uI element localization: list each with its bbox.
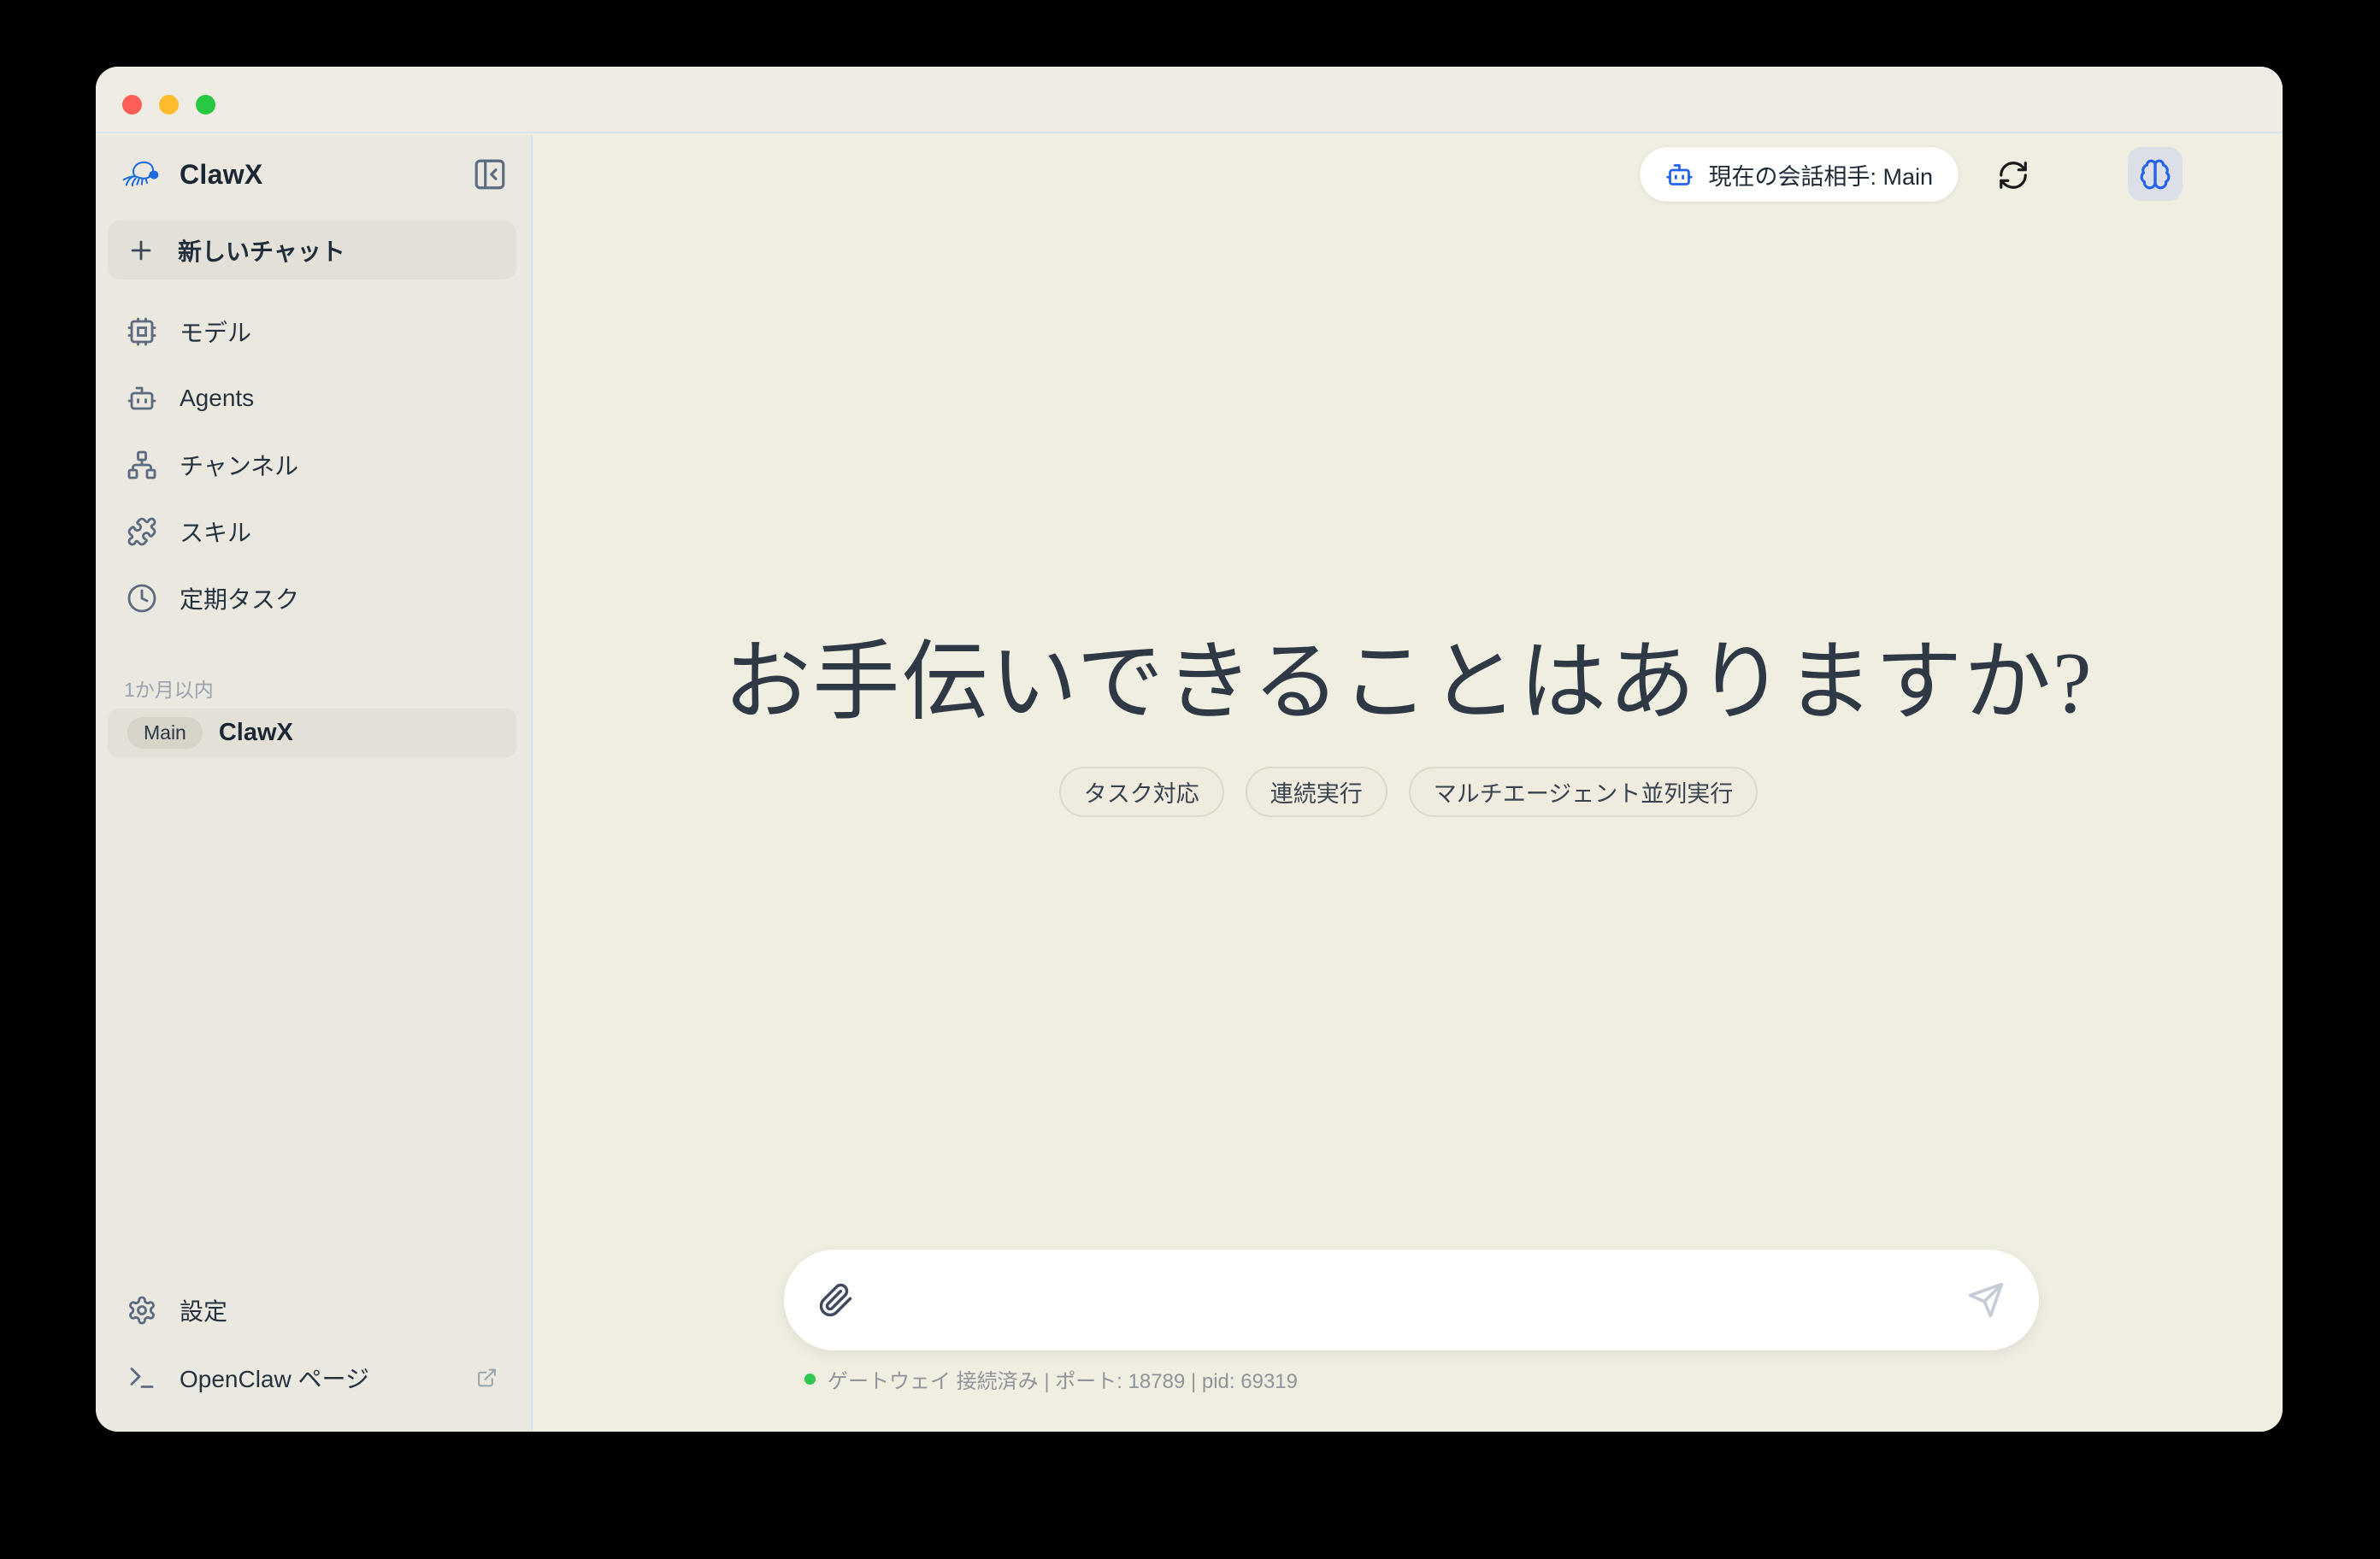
puzzle-icon: [127, 516, 157, 547]
brand-row: ClawX: [96, 154, 531, 195]
sidebar-item-label: チャンネル: [180, 448, 298, 482]
traffic-zoom-button[interactable]: [196, 95, 215, 115]
sidebar-item-label: Agents: [180, 385, 254, 412]
clock-icon: [127, 583, 157, 614]
sidebar-footer: 設定 OpenClaw ページ: [96, 1276, 531, 1411]
sidebar-item-openclaw-page[interactable]: OpenClaw ページ: [96, 1344, 531, 1411]
clawx-lobster-logo-icon: [120, 156, 162, 193]
brain-button[interactable]: [2128, 147, 2183, 201]
refresh-icon: [1997, 159, 2029, 191]
current-agent-pill[interactable]: 現在の会話相手: Main: [1640, 147, 1959, 202]
sidebar-nav: モデル Agents チャンネル: [96, 298, 531, 632]
sidebar-item-label: 定期タスク: [180, 581, 299, 615]
titlebar: [96, 67, 2283, 133]
gear-icon: [127, 1295, 157, 1326]
panel-left-close-icon: [472, 156, 508, 192]
sidebar: ClawX 新しいチャット: [96, 135, 533, 1432]
chat-item-main-clawx[interactable]: Main ClawX: [108, 709, 516, 757]
refresh-button[interactable]: [1997, 159, 2029, 191]
welcome-heading: お手伝いできることはありますか?: [534, 612, 2283, 738]
traffic-minimize-button[interactable]: [159, 95, 179, 115]
suggestion-continuous-run[interactable]: 連続実行: [1246, 767, 1387, 817]
sidebar-item-skills[interactable]: スキル: [96, 498, 531, 565]
sidebar-item-label: 設定: [180, 1293, 227, 1327]
status-connected-dot: [804, 1374, 816, 1385]
sidebar-item-label: OpenClaw ページ: [180, 1361, 369, 1395]
app-window: ClawX 新しいチャット: [96, 67, 2283, 1432]
bot-icon: [1665, 161, 1694, 189]
cpu-icon: [127, 316, 157, 347]
sidebar-item-channels[interactable]: チャンネル: [96, 432, 531, 498]
sidebar-item-agents[interactable]: Agents: [96, 365, 531, 432]
send-button[interactable]: [1967, 1281, 2005, 1319]
chat-badge: Main: [127, 717, 203, 749]
sidebar-item-scheduled-tasks[interactable]: 定期タスク: [96, 565, 531, 632]
main-area: 現在の会話相手: Main お手伝いできることはありますか? タスク対応: [534, 135, 2283, 1432]
suggestion-multi-agent[interactable]: マルチエージェント並列実行: [1409, 767, 1758, 817]
send-icon: [1967, 1281, 2005, 1319]
external-link-icon: [476, 1367, 498, 1388]
traffic-close-button[interactable]: [122, 95, 142, 115]
sidebar-item-models[interactable]: モデル: [96, 298, 531, 365]
new-chat-button[interactable]: 新しいチャット: [108, 221, 516, 279]
history-section-label: 1か月以内: [124, 674, 214, 703]
plus-icon: [127, 236, 156, 265]
current-agent-label: 現在の会話相手: Main: [1708, 158, 1933, 191]
status-text: ゲートウェイ 接続済み | ポート: 18789 | pid: 69319: [828, 1364, 1298, 1394]
brain-icon: [2139, 158, 2171, 191]
suggestion-row: タスク対応 連続実行 マルチエージェント並列実行: [534, 767, 2283, 817]
terminal-icon: [127, 1362, 157, 1393]
sidebar-item-settings[interactable]: 設定: [96, 1276, 531, 1344]
brand-title: ClawX: [180, 159, 263, 191]
paperclip-icon: [818, 1282, 854, 1318]
network-icon: [127, 450, 157, 480]
sidebar-item-label: スキル: [180, 515, 251, 549]
bot-icon: [127, 383, 157, 414]
new-chat-label: 新しいチャット: [178, 233, 345, 268]
gateway-status: ゲートウェイ 接続済み | ポート: 18789 | pid: 69319: [804, 1364, 1298, 1394]
message-composer: [784, 1250, 2039, 1350]
chat-title: ClawX: [219, 719, 293, 747]
attach-button[interactable]: [818, 1282, 854, 1318]
message-input[interactable]: [875, 1250, 1947, 1350]
sidebar-item-label: モデル: [180, 315, 251, 349]
suggestion-task-support[interactable]: タスク対応: [1059, 767, 1224, 817]
sidebar-collapse-button[interactable]: [472, 156, 508, 192]
